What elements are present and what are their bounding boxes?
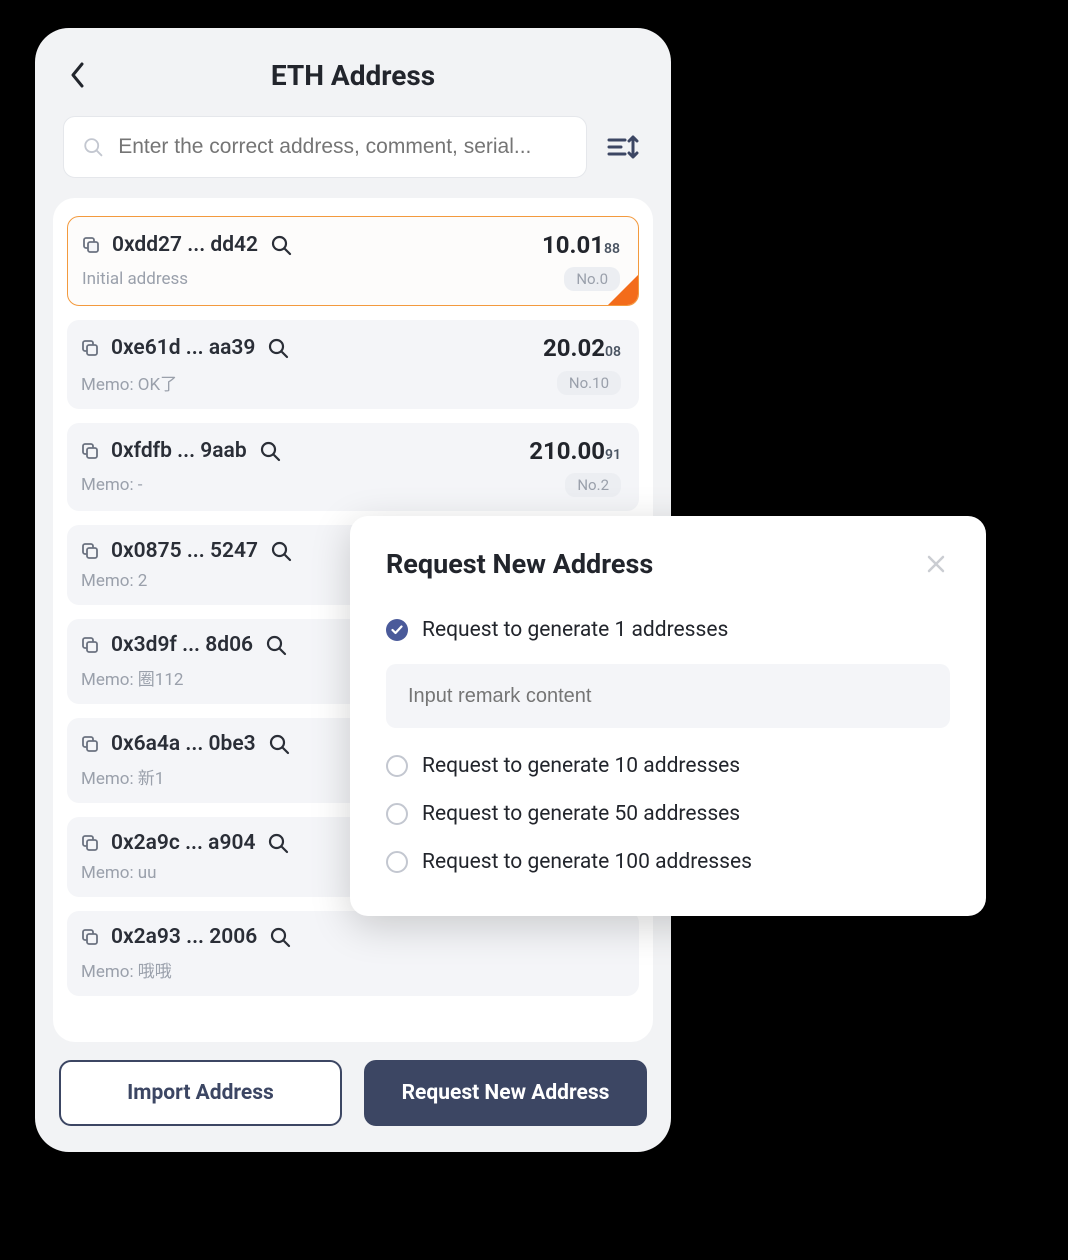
magnify-icon[interactable] <box>270 540 292 562</box>
copy-icon[interactable] <box>81 928 99 946</box>
address-amount: 10.0188 <box>542 231 620 259</box>
address-memo: Memo: 2 <box>81 571 147 591</box>
copy-icon[interactable] <box>81 339 99 357</box>
magnify-icon[interactable] <box>259 440 281 462</box>
address-amount: 210.0091 <box>529 437 621 465</box>
option-label: Request to generate 1 addresses <box>422 618 728 642</box>
modal-close-button[interactable] <box>922 550 950 578</box>
address-serial-badge: No.10 <box>557 371 621 395</box>
address-serial-badge: No.2 <box>565 473 621 497</box>
address-text: 0x2a9c ... a904 <box>111 831 255 855</box>
address-memo: Memo: 新1 <box>81 764 164 789</box>
search-row <box>35 102 671 178</box>
address-amount: 20.0208 <box>543 334 621 362</box>
search-input[interactable] <box>118 135 568 159</box>
import-address-button[interactable]: Import Address <box>59 1060 342 1126</box>
option-label: Request to generate 50 addresses <box>422 802 740 826</box>
search-icon <box>82 135 104 159</box>
request-new-address-modal: Request New Address Request to generate … <box>350 516 986 916</box>
page-title: ETH Address <box>271 59 435 92</box>
address-memo: Memo: - <box>81 475 143 495</box>
option-label: Request to generate 10 addresses <box>422 754 740 778</box>
address-text: 0xdd27 ... dd42 <box>112 233 258 257</box>
copy-icon[interactable] <box>82 236 100 254</box>
copy-icon[interactable] <box>81 542 99 560</box>
address-item[interactable]: 0xe61d ... aa39 20.0208 Memo: OK了 No.10 <box>67 320 639 409</box>
address-text: 0x3d9f ... 8d06 <box>111 633 253 657</box>
magnify-icon[interactable] <box>267 337 289 359</box>
address-text: 0x6a4a ... 0be3 <box>111 732 256 756</box>
address-memo: Memo: OK了 <box>81 370 177 395</box>
radio-unchecked-icon <box>386 755 408 777</box>
generate-option[interactable]: Request to generate 1 addresses <box>386 606 950 654</box>
address-item[interactable]: 0xdd27 ... dd4210.0188Initial addressNo.… <box>67 216 639 306</box>
magnify-icon[interactable] <box>269 926 291 948</box>
chevron-left-icon <box>70 62 86 88</box>
address-text: 0x2a93 ... 2006 <box>111 925 257 949</box>
address-memo: Memo: 哦哦 <box>81 957 172 982</box>
generate-option[interactable]: Request to generate 10 addresses <box>386 742 950 790</box>
request-new-address-button[interactable]: Request New Address <box>364 1060 647 1126</box>
close-icon <box>927 555 945 573</box>
address-memo: Initial address <box>82 269 188 289</box>
copy-icon[interactable] <box>81 834 99 852</box>
magnify-icon[interactable] <box>265 634 287 656</box>
remark-input[interactable] <box>408 685 928 708</box>
remark-input-wrapper[interactable] <box>386 664 950 728</box>
magnify-icon[interactable] <box>268 733 290 755</box>
radio-checked-icon <box>386 619 408 641</box>
sort-icon <box>607 133 639 161</box>
address-text: 0x0875 ... 5247 <box>111 539 258 563</box>
modal-header: Request New Address <box>386 548 950 580</box>
address-memo: Memo: 圈112 <box>81 665 183 690</box>
header: ETH Address <box>35 48 671 102</box>
search-box[interactable] <box>63 116 587 178</box>
address-memo: Memo: uu <box>81 863 157 883</box>
modal-options: Request to generate 1 addresses Request t… <box>386 606 950 886</box>
option-label: Request to generate 100 addresses <box>422 850 752 874</box>
copy-icon[interactable] <box>81 636 99 654</box>
magnify-icon[interactable] <box>270 234 292 256</box>
sort-button[interactable] <box>603 127 643 167</box>
address-item[interactable]: 0x2a93 ... 2006 Memo: 哦哦 <box>67 911 639 996</box>
radio-unchecked-icon <box>386 803 408 825</box>
copy-icon[interactable] <box>81 735 99 753</box>
radio-unchecked-icon <box>386 851 408 873</box>
address-text: 0xe61d ... aa39 <box>111 336 255 360</box>
selected-corner-icon <box>607 274 639 306</box>
generate-option[interactable]: Request to generate 100 addresses <box>386 838 950 886</box>
back-button[interactable] <box>63 60 93 90</box>
address-item[interactable]: 0xfdfb ... 9aab 210.0091 Memo: - No.2 <box>67 423 639 511</box>
magnify-icon[interactable] <box>267 832 289 854</box>
address-text: 0xfdfb ... 9aab <box>111 439 247 463</box>
modal-title: Request New Address <box>386 548 653 580</box>
footer: Import Address Request New Address <box>35 1042 671 1152</box>
copy-icon[interactable] <box>81 442 99 460</box>
generate-option[interactable]: Request to generate 50 addresses <box>386 790 950 838</box>
